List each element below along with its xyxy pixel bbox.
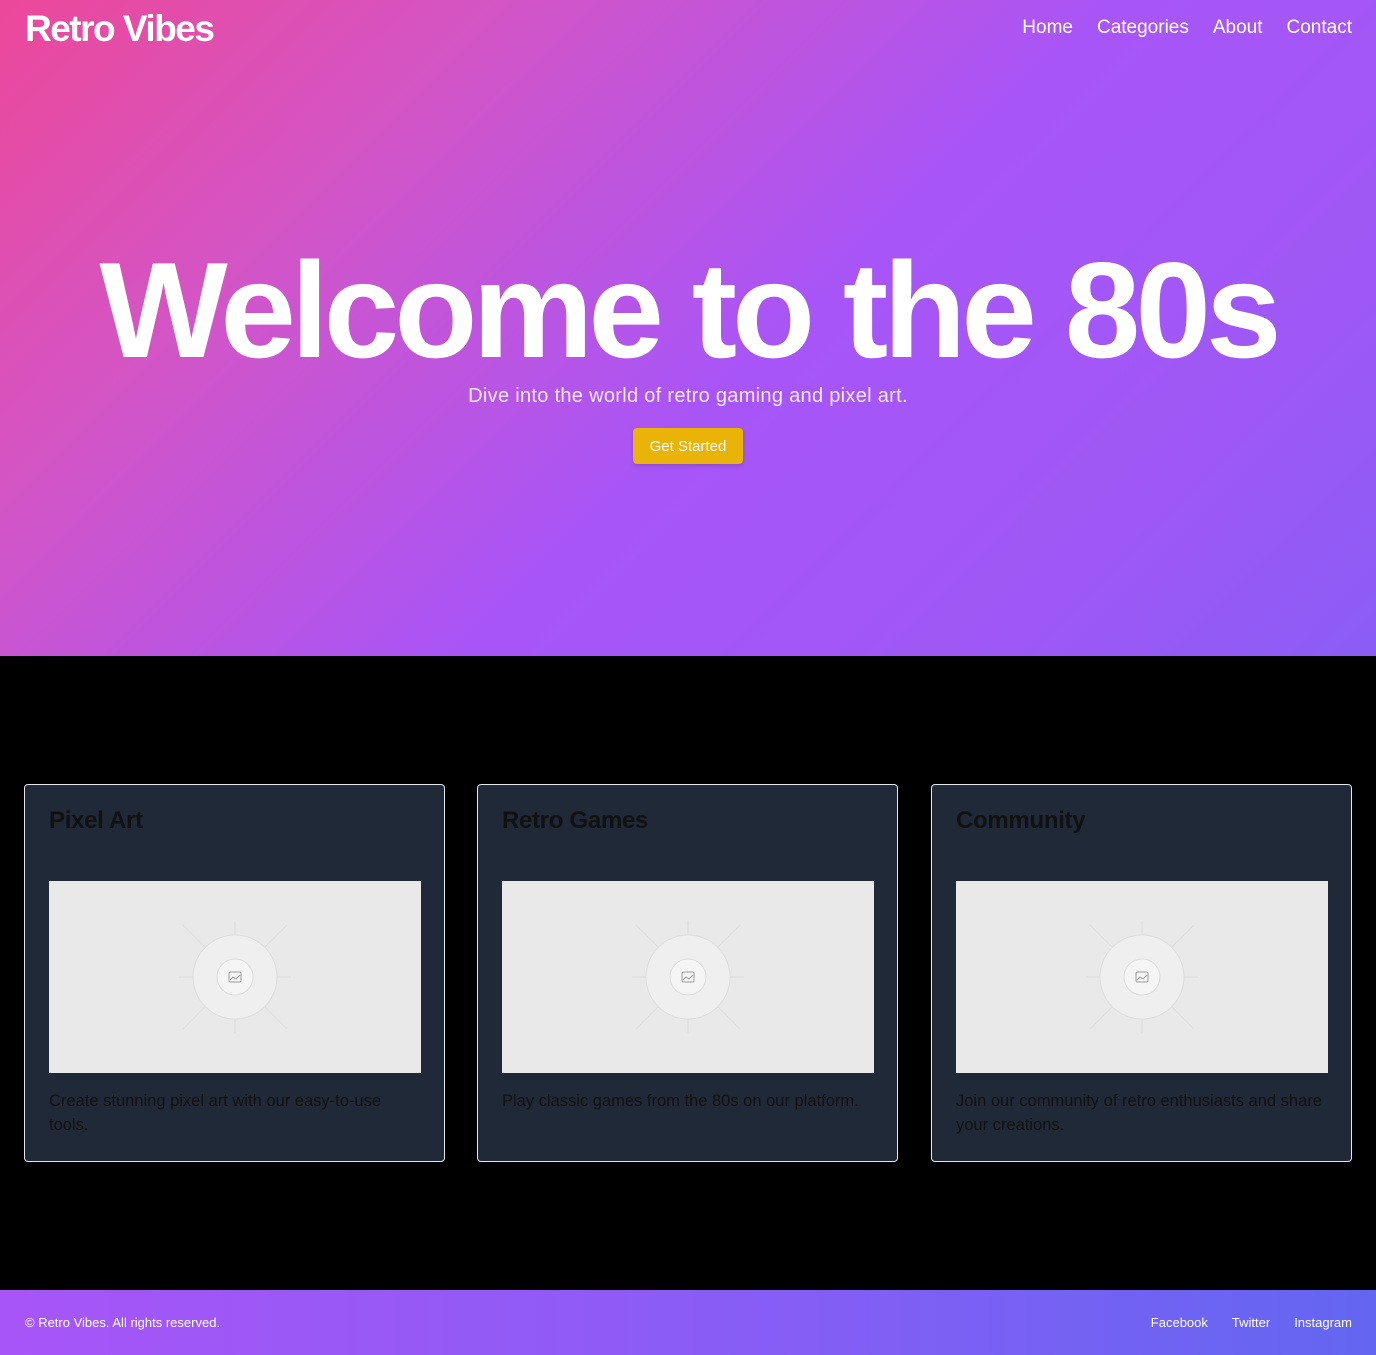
nav-contact[interactable]: Contact <box>1287 15 1352 41</box>
nav-about[interactable]: About <box>1213 15 1263 41</box>
image-placeholder-icon <box>632 921 744 1033</box>
image-placeholder-icon <box>1086 921 1198 1033</box>
card-retro-games[interactable]: Retro Games Play classic games from the … <box>477 784 898 1162</box>
card-description: Play classic games from the 80s on our p… <box>502 1092 859 1110</box>
card-description: Join our community of retro enthusiasts … <box>956 1092 1322 1134</box>
site-footer: © Retro Vibes. All rights reserved. Face… <box>0 1290 1376 1355</box>
twitter-link[interactable]: Twitter <box>1232 1315 1270 1330</box>
copyright-text: © Retro Vibes. All rights reserved. <box>25 1315 221 1330</box>
hero-section: Retro Vibes Home Categories About Contac… <box>0 0 1376 656</box>
main-nav: Home Categories About Contact <box>1022 15 1352 41</box>
card-title: Community <box>956 807 1086 834</box>
card-community[interactable]: Community Join our community of retro en… <box>931 784 1352 1162</box>
card-image <box>49 881 421 1073</box>
hero-subtitle: Dive into the world of retro gaming and … <box>468 385 908 407</box>
card-title: Pixel Art <box>49 807 143 834</box>
card-pixel-art[interactable]: Pixel Art Create stunning pixel art with… <box>24 784 445 1162</box>
social-links: Facebook Twitter Instagram <box>1151 1315 1352 1330</box>
card-title: Retro Games <box>502 807 649 834</box>
instagram-link[interactable]: Instagram <box>1294 1315 1352 1330</box>
get-started-button[interactable]: Get Started <box>633 428 743 464</box>
card-description: Create stunning pixel art with our easy-… <box>49 1092 381 1134</box>
brand-logo[interactable]: Retro Vibes <box>25 8 215 50</box>
nav-categories[interactable]: Categories <box>1097 15 1189 41</box>
card-image <box>502 881 874 1073</box>
image-placeholder-icon <box>179 921 291 1033</box>
hero-title: Welcome to the 80s <box>99 234 1281 386</box>
nav-home[interactable]: Home <box>1022 15 1073 41</box>
card-image <box>956 881 1328 1073</box>
facebook-link[interactable]: Facebook <box>1151 1315 1208 1330</box>
